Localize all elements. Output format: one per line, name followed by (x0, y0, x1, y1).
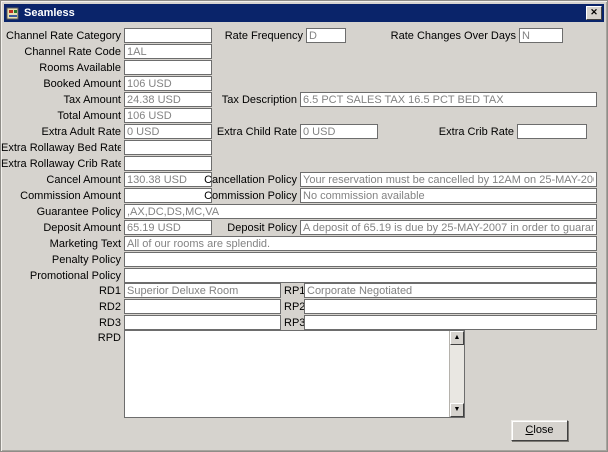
scroll-up-button[interactable]: ▲ (450, 331, 464, 345)
window-close-button[interactable]: ✕ (586, 6, 602, 20)
booked-amount-label: Booked Amount (1, 77, 121, 91)
rpd-label: RPD (1, 331, 121, 345)
extra-rollaway-crib-rate-label: Extra Rollaway Crib Rate (1, 157, 121, 171)
extra-rollaway-bed-rate-field[interactable] (124, 140, 212, 155)
scroll-down-button[interactable]: ▼ (450, 403, 464, 417)
scroll-down-icon: ▼ (454, 406, 461, 413)
channel-rate-code-label: Channel Rate Code (1, 45, 121, 59)
app-icon (6, 6, 20, 20)
guarantee-policy-label: Guarantee Policy (1, 205, 121, 219)
tax-amount-label: Tax Amount (1, 93, 121, 107)
tax-description-field[interactable] (300, 92, 597, 107)
rp2-field[interactable] (304, 299, 597, 314)
extra-adult-rate-label: Extra Adult Rate (1, 125, 121, 139)
cancellation-policy-label: Cancellation Policy (181, 173, 297, 187)
cancel-amount-label: Cancel Amount (1, 173, 121, 187)
cancellation-policy-field[interactable] (300, 172, 597, 187)
rd2-field[interactable] (124, 299, 281, 314)
rp3-field[interactable] (304, 315, 597, 330)
rd1-label: RD1 (1, 284, 121, 298)
scroll-up-icon: ▲ (454, 334, 461, 341)
extra-rollaway-crib-rate-field[interactable] (124, 156, 212, 171)
rp1-label: RP1 (284, 284, 304, 298)
marketing-text-label: Marketing Text (1, 237, 121, 251)
extra-crib-rate-label: Extra Crib Rate (401, 125, 514, 139)
rd3-field[interactable] (124, 315, 281, 330)
promotional-policy-label: Promotional Policy (1, 269, 121, 283)
channel-rate-code-field[interactable] (124, 44, 212, 59)
penalty-policy-label: Penalty Policy (1, 253, 121, 267)
tax-description-label: Tax Description (181, 93, 297, 107)
close-button-label: lose (533, 424, 553, 436)
total-amount-field[interactable] (124, 108, 212, 123)
guarantee-policy-field[interactable] (124, 204, 597, 219)
rd1-field[interactable] (124, 283, 281, 298)
close-icon: ✕ (590, 7, 598, 17)
extra-crib-rate-field[interactable] (517, 124, 587, 139)
channel-rate-category-label: Channel Rate Category (1, 29, 121, 43)
rp3-label: RP3 (284, 316, 304, 330)
rate-frequency-label: Rate Frequency (181, 29, 303, 43)
rp1-field[interactable] (304, 283, 597, 298)
title-bar: Seamless ✕ (4, 4, 604, 22)
total-amount-label: Total Amount (1, 109, 121, 123)
penalty-policy-field[interactable] (124, 252, 597, 267)
rp2-label: RP2 (284, 300, 304, 314)
commission-policy-label: Commission Policy (181, 189, 297, 203)
marketing-text-field[interactable] (124, 236, 597, 251)
seamless-window: Seamless ✕ Channel Rate Category Rate Fr… (0, 0, 608, 452)
extra-child-rate-field[interactable] (300, 124, 378, 139)
commission-policy-field[interactable] (300, 188, 597, 203)
window-title: Seamless (24, 7, 75, 19)
rate-changes-over-days-field[interactable] (519, 28, 563, 43)
booked-amount-field[interactable] (124, 76, 212, 91)
deposit-amount-label: Deposit Amount (1, 221, 121, 235)
extra-rollaway-bed-rate-label: Extra Rollaway Bed Rate (1, 141, 121, 155)
rate-changes-over-days-label: Rate Changes Over Days (331, 29, 516, 43)
rooms-available-field[interactable] (124, 60, 212, 75)
rooms-available-label: Rooms Available (1, 61, 121, 75)
extra-child-rate-label: Extra Child Rate (181, 125, 297, 139)
rd3-label: RD3 (1, 316, 121, 330)
commission-amount-label: Commission Amount (1, 189, 121, 203)
deposit-policy-field[interactable] (300, 220, 597, 235)
rpd-textarea[interactable]: ▲ ▼ (124, 330, 465, 418)
rd2-label: RD2 (1, 300, 121, 314)
deposit-policy-label: Deposit Policy (181, 221, 297, 235)
close-button[interactable]: Close (511, 420, 568, 441)
rpd-scrollbar[interactable]: ▲ ▼ (449, 331, 464, 417)
promotional-policy-field[interactable] (124, 268, 597, 283)
